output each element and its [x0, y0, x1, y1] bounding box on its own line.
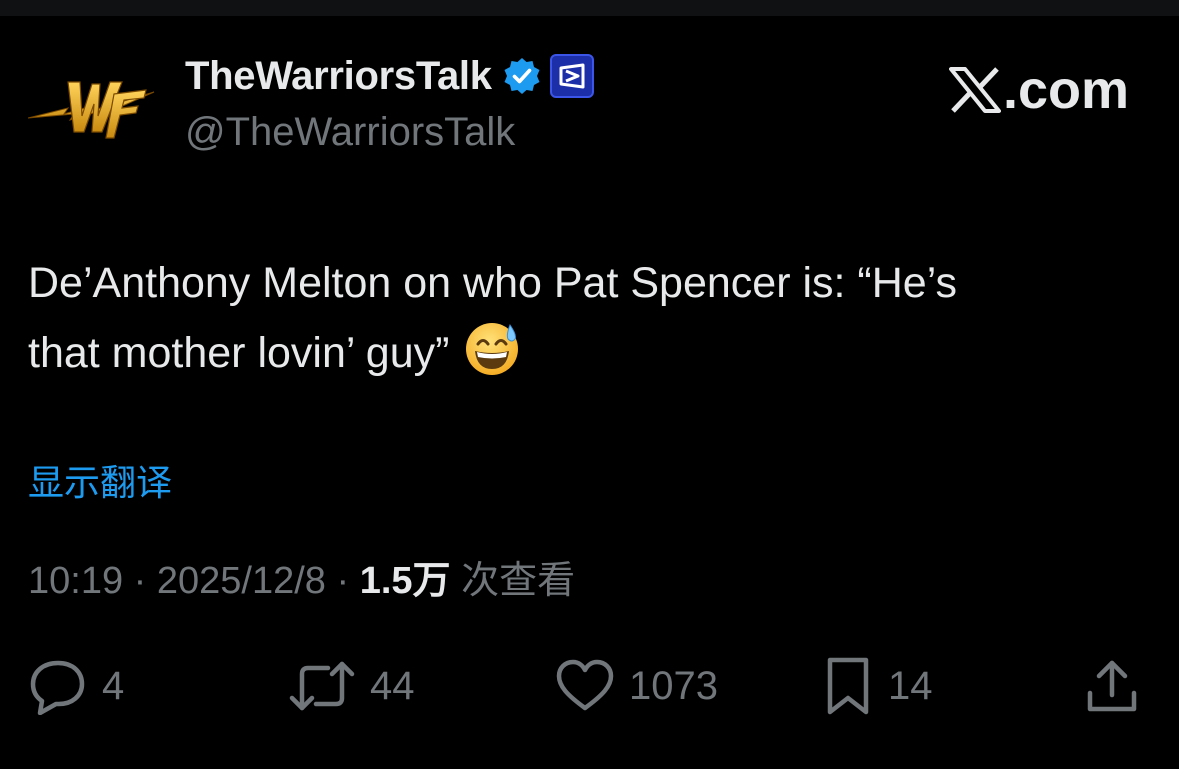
tweet-meta: 10:19 · 2025/12/8 · 1.5万 次查看 — [28, 556, 575, 606]
meta-separator: · — [123, 560, 157, 602]
grinning-face-with-sweat-emoji — [466, 323, 519, 375]
retweet-icon — [289, 661, 355, 711]
tweet-text: De’Anthony Melton on who Pat Spencer is:… — [28, 248, 1158, 388]
show-translation-link[interactable]: 显示翻译 — [28, 458, 172, 508]
bookmark-icon — [827, 657, 869, 715]
like-count: 1073 — [629, 663, 718, 708]
views-count[interactable]: 1.5万 — [360, 560, 451, 602]
action-bar: 4 44 1073 14 — [0, 650, 1179, 722]
reply-count: 4 — [102, 663, 125, 708]
reply-icon — [30, 660, 85, 715]
affiliate-badge-icon[interactable] — [549, 54, 594, 98]
tweet-text-line-2: that mother lovin’ guy” — [28, 329, 450, 377]
x-brand: .com — [948, 60, 1129, 120]
tweet-date[interactable]: 2025/12/8 — [157, 560, 326, 602]
heart-icon — [556, 659, 614, 711]
retweet-button[interactable]: 44 — [288, 650, 415, 722]
bookmark-count: 14 — [888, 663, 933, 708]
like-button[interactable]: 1073 — [555, 650, 718, 722]
share-icon — [1087, 660, 1137, 712]
views-label: 次查看 — [450, 560, 576, 602]
display-name[interactable]: TheWarriorsTalk — [185, 52, 492, 100]
tweet-time[interactable]: 10:19 — [28, 560, 123, 602]
account-name-row: TheWarriorsTalk — [185, 52, 594, 100]
tweet-text-line-1: De’Anthony Melton on who Pat Spencer is:… — [28, 259, 957, 307]
retweet-count: 44 — [370, 663, 415, 708]
brand-domain: .com — [1002, 60, 1129, 120]
verified-badge-icon[interactable] — [502, 56, 542, 96]
account-handle[interactable]: @TheWarriorsTalk — [185, 108, 515, 156]
bookmark-button[interactable]: 14 — [822, 650, 933, 722]
meta-separator: · — [325, 560, 360, 602]
top-status-strip — [0, 0, 1179, 16]
share-button[interactable] — [1084, 650, 1140, 722]
x-logo-icon — [948, 67, 1001, 113]
reply-button[interactable]: 4 — [28, 650, 124, 722]
warriors-logo-icon[interactable] — [28, 70, 156, 150]
